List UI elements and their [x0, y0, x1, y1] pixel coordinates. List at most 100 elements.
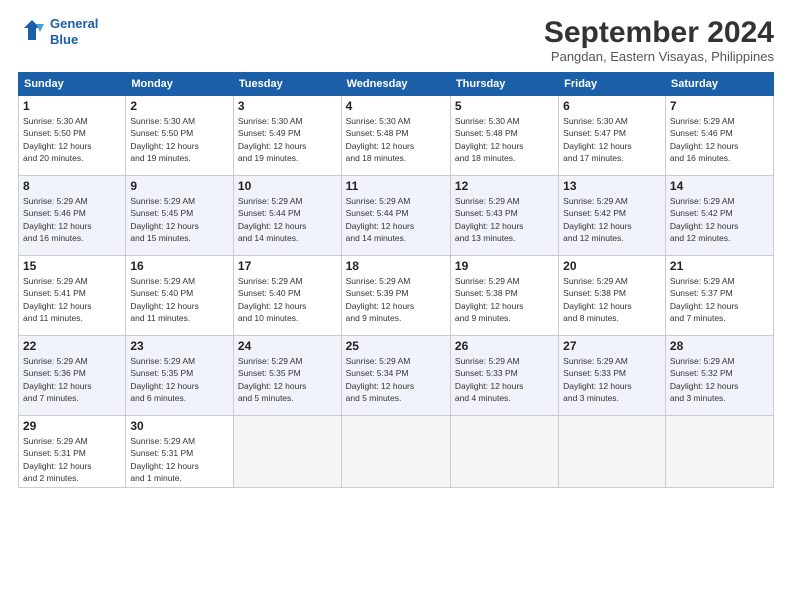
day-info: Sunrise: 5:29 AM Sunset: 5:38 PM Dayligh…	[455, 275, 554, 324]
header-row: Sunday Monday Tuesday Wednesday Thursday…	[19, 73, 774, 96]
table-row: 3 Sunrise: 5:30 AM Sunset: 5:49 PM Daylig…	[233, 96, 341, 176]
month-title: September 2024	[544, 16, 774, 49]
day-number: 1	[23, 99, 121, 113]
day-number: 21	[670, 259, 769, 273]
day-info: Sunrise: 5:29 AM Sunset: 5:40 PM Dayligh…	[238, 275, 337, 324]
day-number: 17	[238, 259, 337, 273]
table-row: 2 Sunrise: 5:30 AM Sunset: 5:50 PM Daylig…	[126, 96, 234, 176]
day-info: Sunrise: 5:30 AM Sunset: 5:48 PM Dayligh…	[346, 115, 446, 164]
table-row: 30 Sunrise: 5:29 AM Sunset: 5:31 PM Dayli…	[126, 416, 234, 488]
table-row	[665, 416, 773, 488]
day-info: Sunrise: 5:29 AM Sunset: 5:46 PM Dayligh…	[670, 115, 769, 164]
col-thursday: Thursday	[450, 73, 558, 96]
day-number: 2	[130, 99, 229, 113]
day-info: Sunrise: 5:29 AM Sunset: 5:33 PM Dayligh…	[455, 355, 554, 404]
day-info: Sunrise: 5:30 AM Sunset: 5:47 PM Dayligh…	[563, 115, 661, 164]
day-number: 4	[346, 99, 446, 113]
day-number: 18	[346, 259, 446, 273]
day-number: 29	[23, 419, 121, 433]
table-row: 18 Sunrise: 5:29 AM Sunset: 5:39 PM Dayli…	[341, 256, 450, 336]
day-info: Sunrise: 5:29 AM Sunset: 5:32 PM Dayligh…	[670, 355, 769, 404]
day-number: 28	[670, 339, 769, 353]
title-block: September 2024 Pangdan, Eastern Visayas,…	[544, 16, 774, 64]
day-info: Sunrise: 5:29 AM Sunset: 5:35 PM Dayligh…	[130, 355, 229, 404]
day-number: 19	[455, 259, 554, 273]
table-row: 17 Sunrise: 5:29 AM Sunset: 5:40 PM Dayli…	[233, 256, 341, 336]
table-row: 15Sunrise: 5:29 AM Sunset: 5:41 PM Dayli…	[19, 256, 126, 336]
table-row: 13Sunrise: 5:29 AM Sunset: 5:42 PM Dayli…	[559, 176, 666, 256]
day-info: Sunrise: 5:29 AM Sunset: 5:39 PM Dayligh…	[346, 275, 446, 324]
day-info: Sunrise: 5:29 AM Sunset: 5:42 PM Dayligh…	[670, 195, 769, 244]
table-row: 9 Sunrise: 5:29 AM Sunset: 5:45 PM Daylig…	[126, 176, 234, 256]
table-row: 1 Sunrise: 5:30 AM Sunset: 5:50 PM Daylig…	[19, 96, 126, 176]
header: General Blue September 2024 Pangdan, Eas…	[18, 16, 774, 64]
day-number: 8	[23, 179, 121, 193]
table-row: 11 Sunrise: 5:29 AM Sunset: 5:44 PM Dayli…	[341, 176, 450, 256]
day-number: 30	[130, 419, 229, 433]
calendar-table: Sunday Monday Tuesday Wednesday Thursday…	[18, 72, 774, 488]
day-number: 16	[130, 259, 229, 273]
day-number: 9	[130, 179, 229, 193]
day-info: Sunrise: 5:30 AM Sunset: 5:50 PM Dayligh…	[130, 115, 229, 164]
table-row: 27Sunrise: 5:29 AM Sunset: 5:33 PM Dayli…	[559, 336, 666, 416]
week-row: 15Sunrise: 5:29 AM Sunset: 5:41 PM Dayli…	[19, 256, 774, 336]
day-info: Sunrise: 5:29 AM Sunset: 5:43 PM Dayligh…	[455, 195, 554, 244]
table-row: 10 Sunrise: 5:29 AM Sunset: 5:44 PM Dayli…	[233, 176, 341, 256]
day-info: Sunrise: 5:30 AM Sunset: 5:48 PM Dayligh…	[455, 115, 554, 164]
week-row: 22 Sunrise: 5:29 AM Sunset: 5:36 PM Dayli…	[19, 336, 774, 416]
table-row: 20 Sunrise: 5:29 AM Sunset: 5:38 PM Dayli…	[559, 256, 666, 336]
day-info: Sunrise: 5:29 AM Sunset: 5:46 PM Dayligh…	[23, 195, 121, 244]
day-info: Sunrise: 5:29 AM Sunset: 5:33 PM Dayligh…	[563, 355, 661, 404]
day-number: 11	[346, 179, 446, 193]
week-row: 1 Sunrise: 5:30 AM Sunset: 5:50 PM Daylig…	[19, 96, 774, 176]
table-row	[341, 416, 450, 488]
table-row: 21 Sunrise: 5:29 AM Sunset: 5:37 PM Dayli…	[665, 256, 773, 336]
table-row: 25 Sunrise: 5:29 AM Sunset: 5:34 PM Dayli…	[341, 336, 450, 416]
day-info: Sunrise: 5:29 AM Sunset: 5:36 PM Dayligh…	[23, 355, 121, 404]
day-info: Sunrise: 5:30 AM Sunset: 5:50 PM Dayligh…	[23, 115, 121, 164]
table-row: 12 Sunrise: 5:29 AM Sunset: 5:43 PM Dayli…	[450, 176, 558, 256]
day-number: 3	[238, 99, 337, 113]
day-number: 22	[23, 339, 121, 353]
day-info: Sunrise: 5:29 AM Sunset: 5:31 PM Dayligh…	[23, 435, 121, 484]
day-info: Sunrise: 5:29 AM Sunset: 5:37 PM Dayligh…	[670, 275, 769, 324]
day-number: 24	[238, 339, 337, 353]
day-number: 14	[670, 179, 769, 193]
col-monday: Monday	[126, 73, 234, 96]
week-row: 8 Sunrise: 5:29 AM Sunset: 5:46 PM Daylig…	[19, 176, 774, 256]
day-number: 6	[563, 99, 661, 113]
day-info: Sunrise: 5:29 AM Sunset: 5:35 PM Dayligh…	[238, 355, 337, 404]
day-info: Sunrise: 5:29 AM Sunset: 5:45 PM Dayligh…	[130, 195, 229, 244]
day-number: 20	[563, 259, 661, 273]
col-saturday: Saturday	[665, 73, 773, 96]
table-row	[559, 416, 666, 488]
day-number: 12	[455, 179, 554, 193]
day-number: 23	[130, 339, 229, 353]
day-number: 26	[455, 339, 554, 353]
day-info: Sunrise: 5:29 AM Sunset: 5:44 PM Dayligh…	[238, 195, 337, 244]
logo-icon	[18, 18, 46, 46]
table-row: 7Sunrise: 5:29 AM Sunset: 5:46 PM Daylig…	[665, 96, 773, 176]
day-info: Sunrise: 5:29 AM Sunset: 5:38 PM Dayligh…	[563, 275, 661, 324]
table-row: 8 Sunrise: 5:29 AM Sunset: 5:46 PM Daylig…	[19, 176, 126, 256]
day-info: Sunrise: 5:29 AM Sunset: 5:34 PM Dayligh…	[346, 355, 446, 404]
col-sunday: Sunday	[19, 73, 126, 96]
day-info: Sunrise: 5:30 AM Sunset: 5:49 PM Dayligh…	[238, 115, 337, 164]
table-row: 14 Sunrise: 5:29 AM Sunset: 5:42 PM Dayli…	[665, 176, 773, 256]
col-wednesday: Wednesday	[341, 73, 450, 96]
table-row: 22 Sunrise: 5:29 AM Sunset: 5:36 PM Dayli…	[19, 336, 126, 416]
day-number: 10	[238, 179, 337, 193]
logo: General Blue	[18, 16, 98, 47]
col-friday: Friday	[559, 73, 666, 96]
day-info: Sunrise: 5:29 AM Sunset: 5:41 PM Dayligh…	[23, 275, 121, 324]
table-row: 28 Sunrise: 5:29 AM Sunset: 5:32 PM Dayli…	[665, 336, 773, 416]
day-info: Sunrise: 5:29 AM Sunset: 5:44 PM Dayligh…	[346, 195, 446, 244]
day-number: 25	[346, 339, 446, 353]
table-row: 24 Sunrise: 5:29 AM Sunset: 5:35 PM Dayli…	[233, 336, 341, 416]
table-row: 16 Sunrise: 5:29 AM Sunset: 5:40 PM Dayli…	[126, 256, 234, 336]
table-row	[233, 416, 341, 488]
day-number: 13	[563, 179, 661, 193]
table-row: 29 Sunrise: 5:29 AM Sunset: 5:31 PM Dayli…	[19, 416, 126, 488]
day-info: Sunrise: 5:29 AM Sunset: 5:31 PM Dayligh…	[130, 435, 229, 484]
day-info: Sunrise: 5:29 AM Sunset: 5:40 PM Dayligh…	[130, 275, 229, 324]
